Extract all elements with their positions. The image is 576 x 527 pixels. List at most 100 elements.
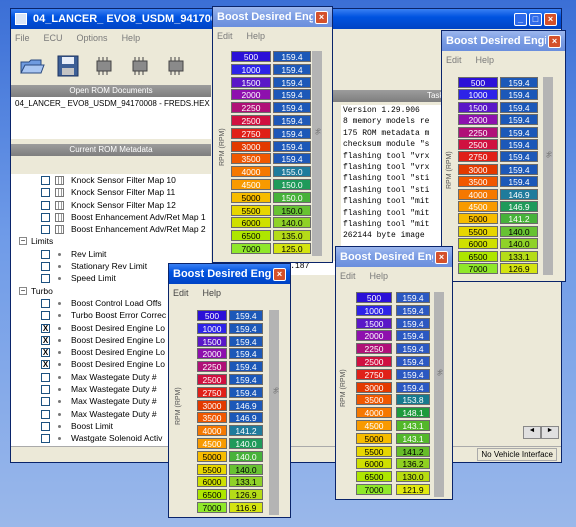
close-icon[interactable]: × (548, 34, 561, 48)
rpm-axis-cell[interactable]: 3000 (356, 381, 392, 393)
rpm-axis-cell[interactable]: 2750 (458, 151, 498, 163)
tree-row[interactable]: Knock Sensor Filter Map 10 (11, 174, 211, 186)
load-value-cell[interactable]: 135.0 (273, 230, 311, 242)
tree-row[interactable]: Knock Sensor Filter Map 11 (11, 186, 211, 198)
tree-checkbox[interactable] (41, 249, 50, 259)
load-value-cell[interactable]: 159.4 (396, 330, 430, 342)
menu-help[interactable]: Help (247, 31, 266, 41)
tree-checkbox[interactable] (41, 372, 50, 382)
table-scroll-track[interactable] (543, 77, 553, 276)
rpm-axis-cell[interactable]: 1000 (231, 63, 271, 75)
table-window-titlebar[interactable]: Boost Desired Engine ... × (213, 7, 332, 27)
load-value-cell[interactable]: 159.4 (500, 77, 538, 88)
rpm-axis-cell[interactable]: 2750 (356, 368, 392, 380)
rpm-axis-cell[interactable]: 6500 (231, 230, 271, 242)
rpm-axis-cell[interactable]: 4500 (197, 438, 227, 449)
rpm-axis-cell[interactable]: 3500 (231, 153, 271, 165)
close-icon[interactable]: × (544, 12, 557, 26)
rpm-axis-cell[interactable]: 1500 (458, 101, 498, 113)
rpm-axis-cell[interactable]: 2000 (458, 114, 498, 126)
load-value-cell[interactable]: 159.4 (273, 140, 311, 152)
maximize-icon[interactable]: □ (529, 12, 542, 26)
chip-write-icon[interactable] (127, 53, 153, 79)
load-value-cell[interactable]: 153.8 (396, 394, 430, 406)
rpm-axis-cell[interactable]: 7000 (458, 263, 498, 274)
load-value-cell[interactable]: 140.0 (229, 438, 263, 449)
load-value-cell[interactable]: 133.1 (500, 250, 538, 262)
rpm-axis-cell[interactable]: 6000 (356, 458, 392, 470)
rpm-axis-cell[interactable]: 1500 (197, 335, 227, 347)
load-value-cell[interactable]: 143.1 (396, 432, 430, 444)
scroll-left-icon[interactable]: ◄ (523, 426, 541, 439)
menu-edit[interactable]: Edit (446, 55, 462, 65)
rpm-axis-cell[interactable]: 1000 (197, 322, 227, 334)
table-scroll-track[interactable] (312, 51, 322, 256)
tree-checkbox[interactable] (41, 421, 50, 431)
rpm-axis-cell[interactable]: 2250 (458, 126, 498, 138)
load-value-cell[interactable]: 159.4 (229, 386, 263, 398)
rpm-axis-cell[interactable]: 5000 (356, 432, 392, 444)
load-value-cell[interactable]: 159.4 (273, 153, 311, 165)
menu-help[interactable]: Help (203, 288, 222, 298)
tree-checkbox[interactable] (41, 397, 50, 407)
scroll-right-icon[interactable]: ► (541, 426, 559, 439)
rpm-axis-cell[interactable]: 2750 (197, 386, 227, 398)
load-value-cell[interactable]: 159.4 (500, 101, 538, 113)
rpm-axis-cell[interactable]: 6500 (458, 250, 498, 262)
open-folder-icon[interactable] (19, 53, 45, 79)
load-value-cell[interactable]: 136.2 (396, 458, 430, 470)
load-value-cell[interactable]: 116.9 (229, 502, 263, 513)
rpm-axis-cell[interactable]: 2500 (356, 356, 392, 367)
menu-edit[interactable]: Edit (340, 271, 356, 281)
chip-read-icon[interactable] (91, 53, 117, 79)
tree-row[interactable]: Knock Sensor Filter Map 12 (11, 199, 211, 211)
load-value-cell[interactable]: 159.4 (229, 310, 263, 321)
load-value-cell[interactable]: 159.4 (396, 343, 430, 355)
tree-checkbox[interactable] (41, 262, 50, 272)
load-value-cell[interactable]: 150.0 (273, 191, 311, 203)
menu-help[interactable]: Help (370, 271, 389, 281)
load-value-cell[interactable]: 159.4 (500, 163, 538, 175)
load-value-cell[interactable]: 150.0 (273, 204, 311, 216)
collapse-icon[interactable]: − (19, 286, 27, 295)
table-window-titlebar[interactable]: Boost Desired Engine ... × (442, 31, 565, 51)
rpm-axis-cell[interactable]: 3000 (197, 399, 227, 411)
rpm-axis-cell[interactable]: 2250 (356, 343, 392, 355)
load-value-cell[interactable]: 140.0 (229, 450, 263, 462)
table-scroll-track[interactable] (434, 292, 444, 497)
close-icon[interactable]: × (315, 10, 328, 24)
load-value-cell[interactable]: 146.9 (500, 188, 538, 200)
table-window-titlebar[interactable]: Boost Desired Engine ... × (336, 247, 452, 267)
load-value-cell[interactable]: 159.4 (396, 292, 430, 303)
rpm-axis-cell[interactable]: 5000 (458, 213, 498, 225)
rpm-axis-cell[interactable]: 500 (458, 77, 498, 88)
rpm-axis-cell[interactable]: 500 (231, 51, 271, 62)
tree-checkbox[interactable] (41, 176, 50, 185)
rpm-axis-cell[interactable]: 500 (197, 310, 227, 321)
open-rom-item[interactable]: 04_LANCER_ EVO8_USDM_94170008 - FREDS.HE… (11, 97, 211, 110)
rpm-axis-cell[interactable]: 4000 (356, 407, 392, 419)
tree-checkbox[interactable] (41, 225, 50, 235)
tree-checkbox[interactable] (41, 188, 50, 198)
load-value-cell[interactable]: 143.1 (396, 420, 430, 431)
table-scroll-track[interactable] (269, 310, 279, 515)
menu-ecu[interactable]: ECU (44, 33, 63, 43)
rpm-axis-cell[interactable]: 6500 (356, 471, 392, 483)
tree-checkbox[interactable]: X (41, 360, 50, 370)
tree-checkbox[interactable] (41, 409, 50, 419)
rpm-axis-cell[interactable]: 5000 (197, 450, 227, 462)
load-value-cell[interactable]: 141.2 (500, 213, 538, 225)
table-window-titlebar[interactable]: Boost Desired Engine ... × (169, 264, 290, 284)
load-value-cell[interactable]: 159.4 (229, 361, 263, 373)
menu-options[interactable]: Options (77, 33, 108, 43)
rpm-axis-cell[interactable]: 3000 (231, 140, 271, 152)
load-value-cell[interactable]: 159.4 (500, 151, 538, 163)
rpm-axis-cell[interactable]: 3000 (458, 163, 498, 175)
load-value-cell[interactable]: 159.4 (396, 368, 430, 380)
load-value-cell[interactable]: 159.4 (273, 89, 311, 101)
rpm-axis-cell[interactable]: 2000 (356, 330, 392, 342)
tree-checkbox[interactable] (41, 385, 50, 395)
rpm-axis-cell[interactable]: 3500 (356, 394, 392, 406)
menu-edit[interactable]: Edit (217, 31, 233, 41)
load-value-cell[interactable]: 121.9 (396, 484, 430, 495)
